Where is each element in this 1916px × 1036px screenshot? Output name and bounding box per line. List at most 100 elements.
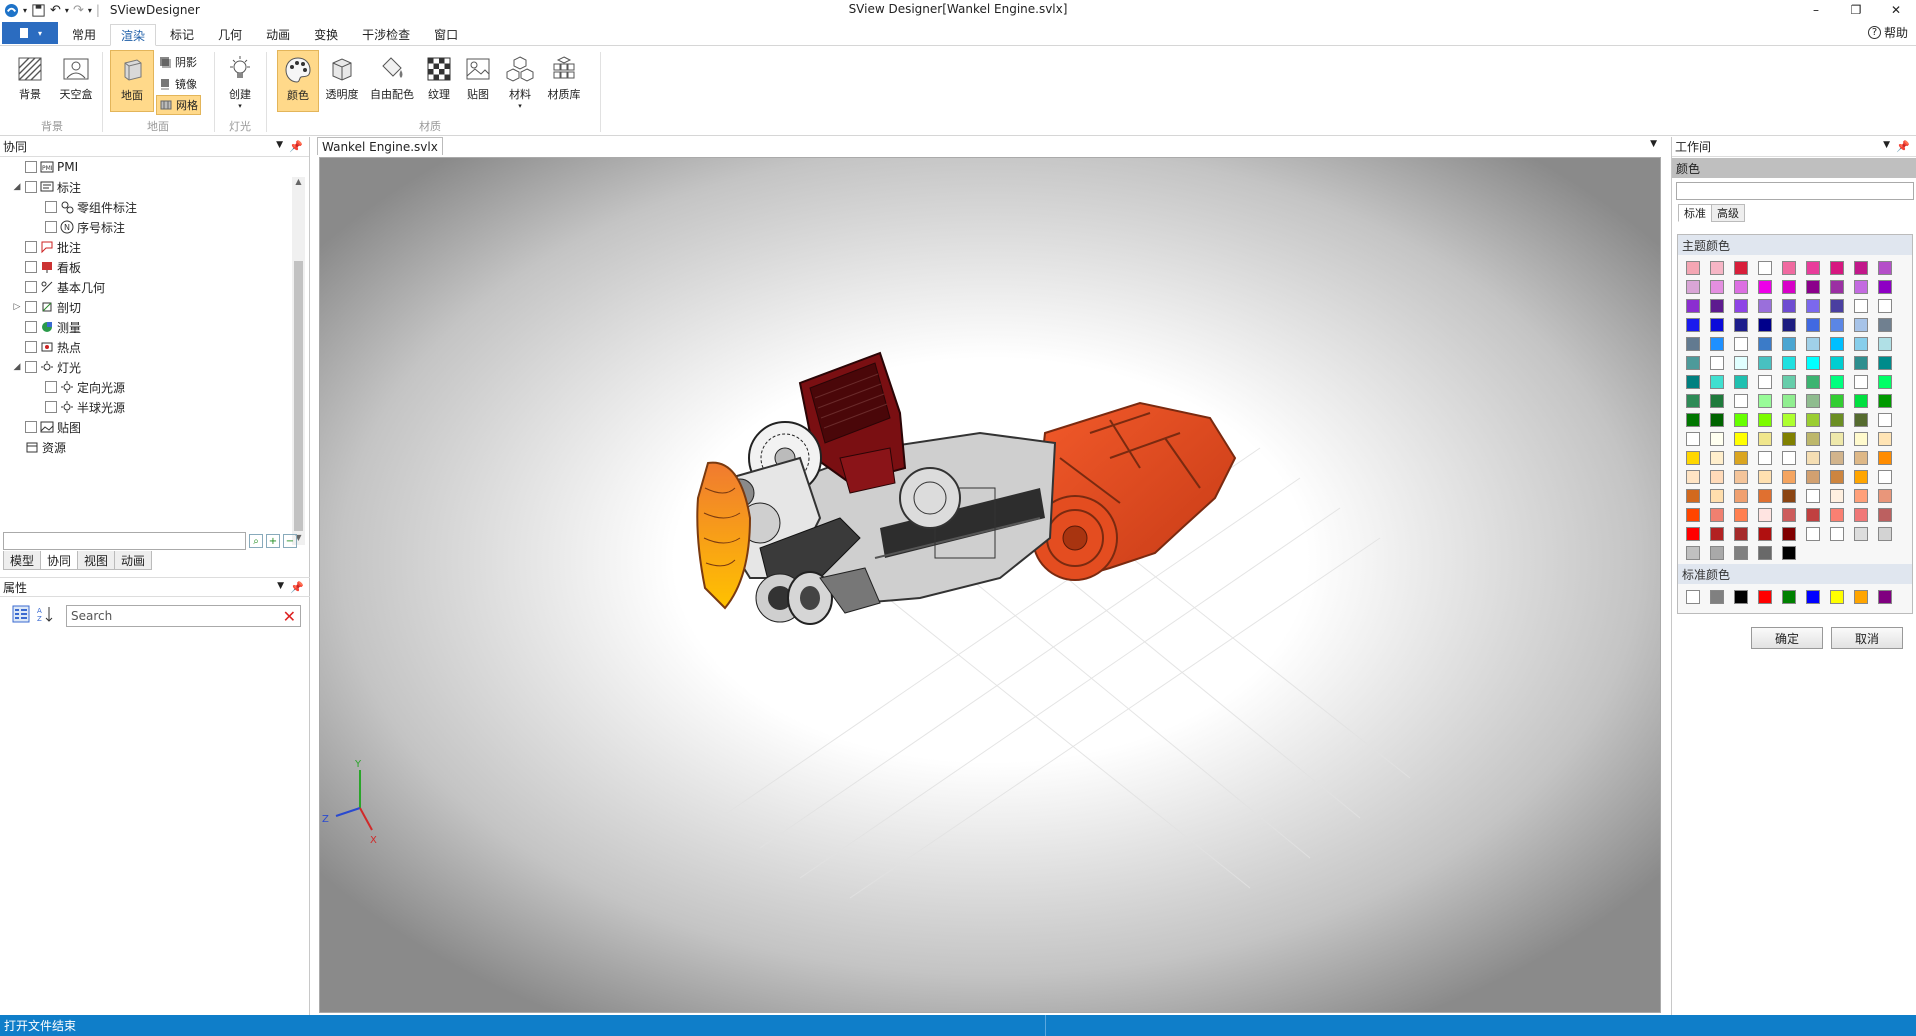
color-swatch[interactable] [1710,432,1724,446]
tab-collab[interactable]: 协同 [40,551,79,570]
color-swatch[interactable] [1734,489,1748,503]
skybox-button[interactable]: 天空盒 [54,50,98,112]
checkbox[interactable] [45,401,57,413]
color-swatch[interactable] [1734,356,1748,370]
checkbox[interactable] [25,181,37,193]
scroll-up-icon[interactable]: ▲ [292,177,305,189]
color-swatch[interactable] [1782,470,1796,484]
color-swatch[interactable] [1878,261,1892,275]
color-swatch[interactable] [1806,590,1820,604]
grid-button[interactable]: 网格 [156,95,201,115]
color-swatch[interactable] [1758,470,1772,484]
tree-item-resources[interactable]: 资源 [12,437,66,457]
tree-item-lights[interactable]: ◢ 灯光 [12,357,81,377]
color-swatch[interactable] [1830,432,1844,446]
tab-markup[interactable]: 标记 [160,23,204,45]
tab-advanced[interactable]: 高级 [1711,204,1745,222]
color-swatch[interactable] [1854,451,1868,465]
color-swatch[interactable] [1782,261,1796,275]
color-swatch[interactable] [1734,413,1748,427]
color-swatch[interactable] [1758,375,1772,389]
color-swatch[interactable] [1734,394,1748,408]
color-swatch[interactable] [1686,375,1700,389]
color-swatch[interactable] [1758,527,1772,541]
tree-item-pmi[interactable]: PMI PMI [12,157,78,177]
checkbox[interactable] [25,421,37,433]
color-swatch[interactable] [1806,508,1820,522]
color-swatch[interactable] [1758,432,1772,446]
color-swatch[interactable] [1830,337,1844,351]
cancel-button[interactable]: 取消 [1831,627,1903,649]
color-swatch[interactable] [1710,470,1724,484]
color-swatch[interactable] [1758,299,1772,313]
tab-transform[interactable]: 变换 [304,23,348,45]
checkbox[interactable] [25,161,37,173]
color-swatch[interactable] [1758,590,1772,604]
color-swatch[interactable] [1878,356,1892,370]
color-swatch[interactable] [1806,280,1820,294]
color-swatch[interactable] [1686,261,1700,275]
color-swatch[interactable] [1758,318,1772,332]
color-swatch[interactable] [1878,375,1892,389]
color-swatch[interactable] [1878,489,1892,503]
color-swatch[interactable] [1806,261,1820,275]
color-swatch[interactable] [1710,546,1724,560]
color-swatch[interactable] [1734,318,1748,332]
restore-icon[interactable]: ❐ [1836,0,1876,20]
checkbox[interactable] [25,301,37,313]
shadow-button[interactable]: 阴影 [156,52,199,72]
color-swatch[interactable] [1782,527,1796,541]
color-swatch[interactable] [1734,337,1748,351]
color-swatch[interactable] [1878,413,1892,427]
undo-icon[interactable]: ↶ [50,3,61,18]
minimize-icon[interactable]: – [1796,0,1836,20]
texture-button[interactable]: 纹理 [422,50,456,112]
collapse-all-icon[interactable]: − [283,534,297,548]
color-swatch[interactable] [1830,299,1844,313]
color-swatch[interactable] [1854,590,1868,604]
color-swatch[interactable] [1878,432,1892,446]
expand-all-icon[interactable]: + [266,534,280,548]
tree-search-input[interactable] [3,532,246,550]
color-swatch[interactable] [1710,413,1724,427]
color-swatch[interactable] [1878,318,1892,332]
tree-scrollbar[interactable]: ▲ ▼ [292,177,305,545]
color-swatch[interactable] [1830,590,1844,604]
checkbox[interactable] [45,221,57,233]
clear-search-icon[interactable]: ✕ [283,607,296,626]
checkbox[interactable] [25,321,37,333]
color-swatch[interactable] [1830,527,1844,541]
tab-geometry[interactable]: 几何 [208,23,252,45]
color-swatch[interactable] [1734,508,1748,522]
color-swatch[interactable] [1758,508,1772,522]
pin-icon[interactable]: 📌 [1896,140,1910,153]
checkbox[interactable] [25,241,37,253]
tab-common[interactable]: 常用 [62,23,106,45]
checkbox[interactable] [25,281,37,293]
pin-icon[interactable]: 📌 [290,581,304,594]
color-swatch[interactable] [1686,527,1700,541]
color-swatch[interactable] [1758,394,1772,408]
file-menu-button[interactable]: ▾ [2,22,58,44]
color-swatch[interactable] [1782,337,1796,351]
expand-arrow-icon[interactable]: ◢ [12,362,22,372]
free-color-button[interactable]: 自由配色 [366,50,418,112]
checkbox[interactable] [25,341,37,353]
sort-alpha-icon[interactable]: AZ [36,605,54,623]
color-swatch[interactable] [1710,375,1724,389]
color-swatch[interactable] [1686,394,1700,408]
tab-model[interactable]: 模型 [3,551,42,570]
decal-button[interactable]: 贴图 [460,50,496,112]
redo-dropdown-icon[interactable]: ▾ [88,6,92,15]
transparency-button[interactable]: 透明度 [322,50,362,112]
checkbox[interactable] [45,381,57,393]
color-swatch[interactable] [1830,489,1844,503]
expand-arrow-icon[interactable]: ◢ [12,182,22,192]
material-library-button[interactable]: 材质库 [542,50,586,112]
color-swatch[interactable] [1830,413,1844,427]
color-swatch[interactable] [1782,356,1796,370]
tab-standard[interactable]: 标准 [1678,204,1712,222]
color-swatch[interactable] [1806,527,1820,541]
tab-interference[interactable]: 干涉检查 [352,23,420,45]
tree-item-comment[interactable]: 批注 [12,237,81,257]
